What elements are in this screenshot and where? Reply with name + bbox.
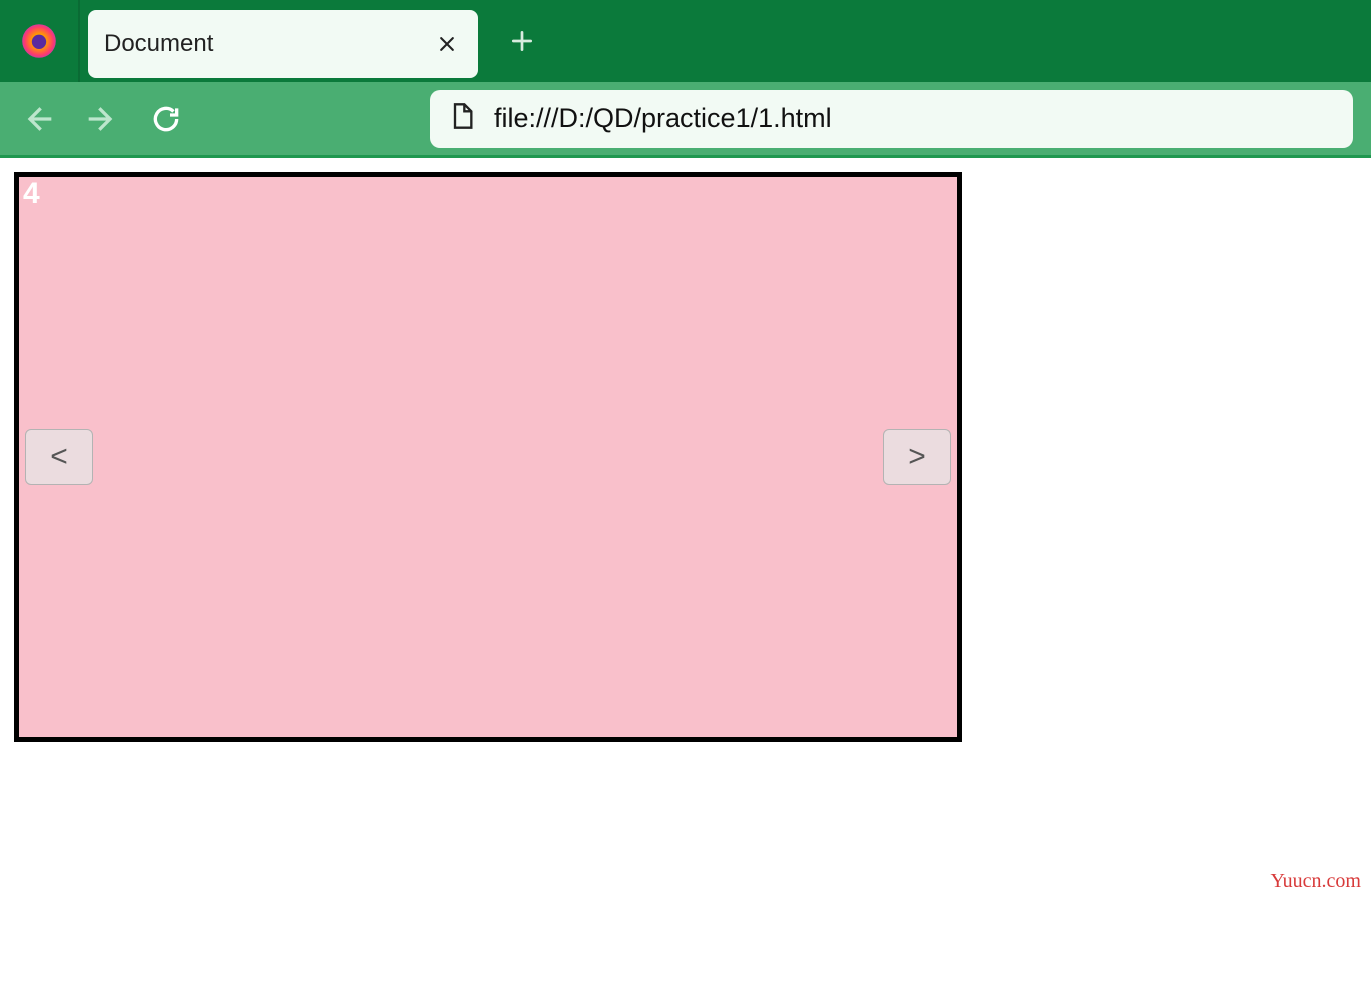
slider-prev-button[interactable]: < bbox=[25, 429, 93, 485]
slider-next-button[interactable]: > bbox=[883, 429, 951, 485]
watermark-text: Yuucn.com bbox=[1270, 870, 1361, 893]
file-icon bbox=[448, 102, 476, 135]
forward-button[interactable] bbox=[82, 99, 122, 139]
tab-title: Document bbox=[104, 30, 213, 58]
reload-button[interactable] bbox=[146, 99, 186, 139]
new-tab-button[interactable] bbox=[502, 21, 542, 61]
tab-bar: Document bbox=[0, 0, 1371, 82]
slide-number-label: 4 bbox=[23, 177, 40, 211]
toolbar: file:///D:/QD/practice1/1.html bbox=[0, 82, 1371, 158]
page-content: 4 < > bbox=[0, 158, 1371, 756]
slider-container: 4 < > bbox=[14, 172, 962, 742]
firefox-icon bbox=[0, 0, 80, 82]
url-bar[interactable]: file:///D:/QD/practice1/1.html bbox=[430, 90, 1353, 148]
close-tab-icon[interactable] bbox=[432, 29, 462, 59]
back-button[interactable] bbox=[18, 99, 58, 139]
browser-tab[interactable]: Document bbox=[88, 10, 478, 78]
url-text: file:///D:/QD/practice1/1.html bbox=[494, 103, 1335, 134]
